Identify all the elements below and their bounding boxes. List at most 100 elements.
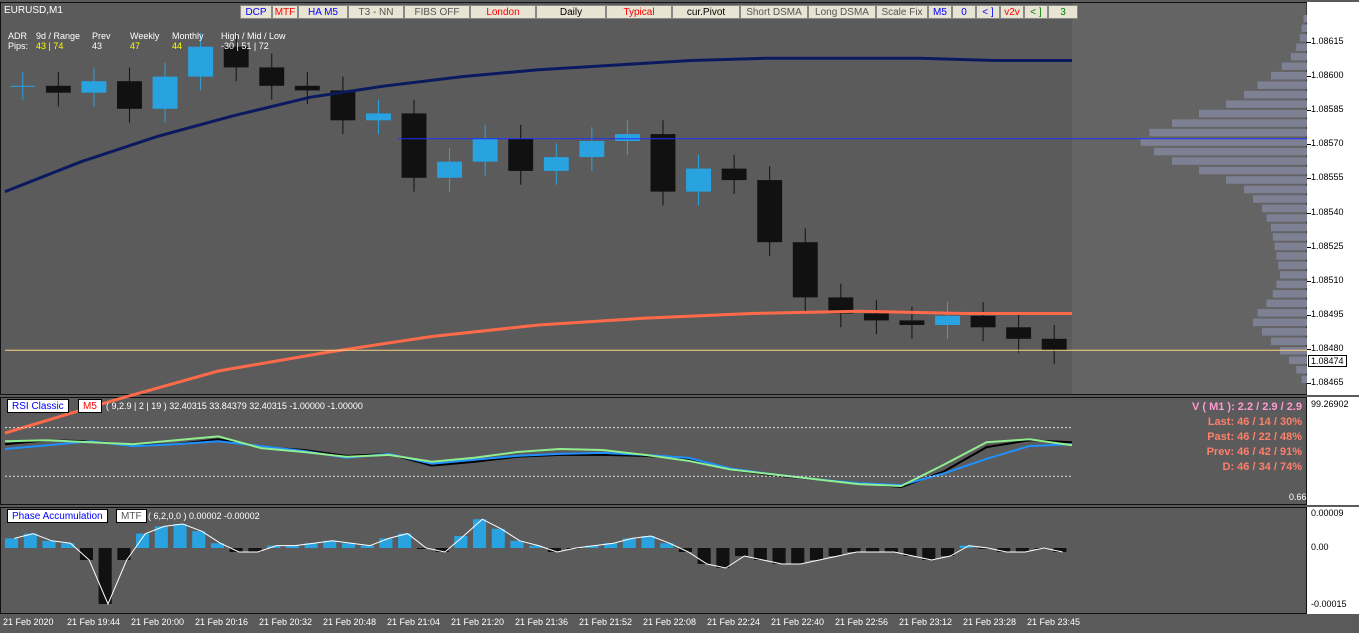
candle-body [863,313,889,321]
toolbar-button-17[interactable]: 3 [1048,5,1078,19]
phase-bar [192,531,206,548]
rsi-indicator-label[interactable]: RSI Classic [7,399,69,413]
adr-prev-value: 43 [92,41,103,51]
time-label: 21 Feb 22:24 [707,617,761,627]
candle-body [935,315,960,325]
toolbar-button-12[interactable]: M5 [928,5,952,19]
price-tick: 1.08510 [1311,274,1344,285]
price-tick: 1.08615 [1311,36,1344,46]
time-label: 21 Feb 20:32 [259,617,313,627]
candle-body [757,180,783,243]
time-label: 21 Feb 22:08 [643,617,697,627]
phase-params: ( 6,2,0,0 ) 0.00002 -0.00002 [148,511,260,521]
time-label: 21 Feb 22:40 [771,617,825,627]
symbol-title: EURUSD,M1 [4,5,63,16]
toolbar-button-8[interactable]: cur.Pivot [672,5,740,19]
phase-bar [98,548,112,604]
toolbar-button-5[interactable]: London [470,5,536,19]
toolbar-button-1[interactable]: MTF [272,5,298,19]
candle-body [792,242,818,298]
time-label: 21 Feb 21:04 [387,617,441,627]
phase-bar [173,524,187,548]
phase-bar [847,548,861,552]
phase-bar [866,548,880,552]
current-price-tag: 1.08474 [1308,355,1347,367]
candle-body [899,320,925,325]
candle-body [81,81,107,93]
candle-body [294,85,320,91]
price-tick-mark [1307,383,1311,384]
phase-bar [61,543,75,548]
candle-body [579,141,605,158]
phase-bar [5,538,19,548]
toolbar-button-6[interactable]: Daily [536,5,606,19]
rsi-stat-line: Prev: 46 / 42 / 91% [1206,446,1302,458]
candle-body [188,46,214,77]
candle-body [614,134,640,141]
phase-bar [772,548,786,564]
time-label: 21 Feb 20:48 [323,617,377,627]
price-tick: 1.08540 [1311,206,1344,217]
phase-bar [491,528,505,548]
candle-body [721,168,747,181]
candle-body [1006,327,1032,339]
toolbar-button-13[interactable]: 0 [952,5,976,19]
candle-body [472,138,498,162]
price-tick: 1.08480 [1311,342,1344,353]
price-tick: 1.08555 [1311,172,1344,183]
price-tick: 1.08600 [1311,70,1344,81]
candle-body [437,161,463,178]
candle-body [117,81,142,109]
candle-body [686,168,711,192]
toolbar-button-10[interactable]: Long DSMA [808,5,876,19]
price-tick: 1.08585 [1311,104,1344,115]
adr-monthly-value: 44 [172,41,183,51]
toolbar-button-14[interactable]: < ] [976,5,1000,19]
price-tick-mark [1307,110,1311,112]
toolbar-button-16[interactable]: < ] [1024,5,1048,19]
phase-timeframe-label[interactable]: MTF [116,509,147,523]
phase-tick: -0.00015 [1311,599,1347,609]
phase-bar [42,540,56,548]
phase-bar [472,519,487,548]
toolbar-button-7[interactable]: Typical [606,5,672,19]
price-tick: 1.08570 [1311,138,1344,149]
rsi-timeframe-label[interactable]: M5 [78,399,102,413]
candle-body [543,157,569,171]
phase-line [14,518,1063,606]
phase-bar [136,533,150,548]
toolbar-button-0[interactable]: DCP [240,5,272,19]
toolbar-button-4[interactable]: FIBS OFF [404,5,470,19]
phase-bar [809,548,824,560]
adr-range-label: 9d / Range [36,31,81,41]
phase-bar [716,548,730,568]
time-label: 21 Feb 21:52 [579,617,633,627]
candle-body [10,85,36,87]
adr-hml-label: High / Mid / Low [221,31,286,41]
candle-body [650,134,676,192]
rsi-stat-line: D: 46 / 34 / 74% [1222,461,1303,473]
toolbar-button-2[interactable]: HA M5 [298,5,348,19]
rsi-stat-line: Past: 46 / 22 / 48% [1207,431,1302,443]
adr-label: ADR [8,31,28,41]
candle-body [401,113,427,178]
phase-indicator-label[interactable]: Phase Accumulation [7,509,108,523]
phase-bar [828,548,842,556]
time-label: 21 Feb 23:12 [899,617,953,627]
time-label: 21 Feb 23:45 [1027,617,1081,627]
toolbar-button-15[interactable]: v2v [1000,5,1024,19]
toolbar-button-3[interactable]: T3 - NN [348,5,404,19]
adr-weekly-value: 47 [130,41,141,51]
candle-body [970,315,996,328]
candle-body [508,138,534,171]
time-axis: 21 Feb 2020 21 Feb 19:44 21 Feb 20:00 21 Fe… [0,614,1359,633]
toolbar-button-11[interactable]: Scale Fix [876,5,928,19]
price-tick-mark [1307,246,1311,248]
adr-monthly-label: Monthly [172,31,204,41]
candle-body [366,113,391,121]
adr-pips-label: Pips: [8,41,29,51]
phase-bar [884,548,898,552]
phase-tick: 0.00009 [1311,508,1344,518]
toolbar-button-9[interactable]: Short DSMA [740,5,808,19]
rsi-axis-bottom: 0.66361 [1289,492,1322,502]
